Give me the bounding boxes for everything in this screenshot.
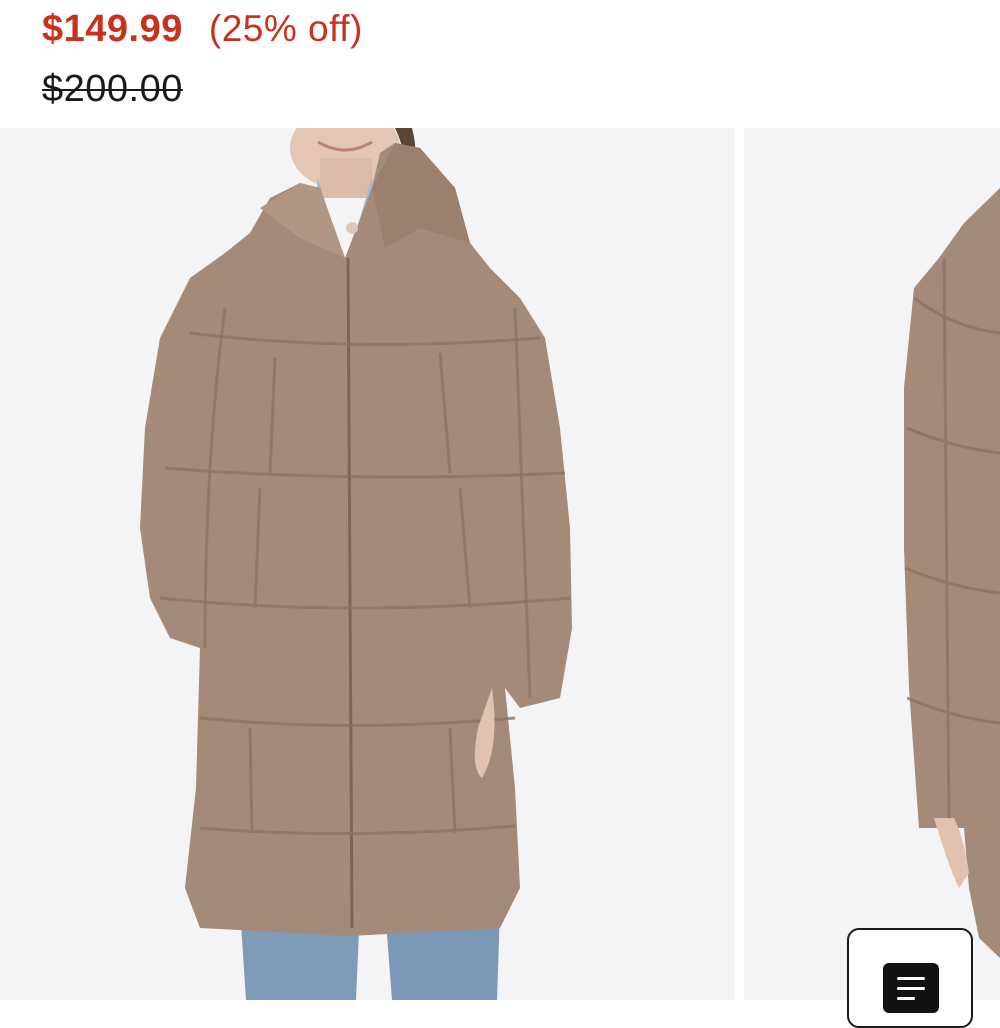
coat-side-photo bbox=[744, 128, 1000, 1000]
product-image-side[interactable] bbox=[744, 128, 1000, 1000]
discount-label: (25% off) bbox=[208, 8, 363, 49]
menu-button[interactable] bbox=[847, 928, 973, 1028]
product-image-front[interactable] bbox=[0, 128, 734, 1000]
menu-lines-icon bbox=[883, 963, 939, 1013]
price-row: $149.99 (25% off) bbox=[42, 8, 363, 51]
original-price: $200.00 bbox=[42, 68, 183, 110]
price-block: $149.99 (25% off) $200.00 bbox=[42, 0, 942, 128]
coat-front-photo bbox=[0, 128, 734, 1000]
product-image-gallery[interactable] bbox=[0, 128, 1000, 1000]
sale-price: $149.99 bbox=[42, 8, 183, 50]
